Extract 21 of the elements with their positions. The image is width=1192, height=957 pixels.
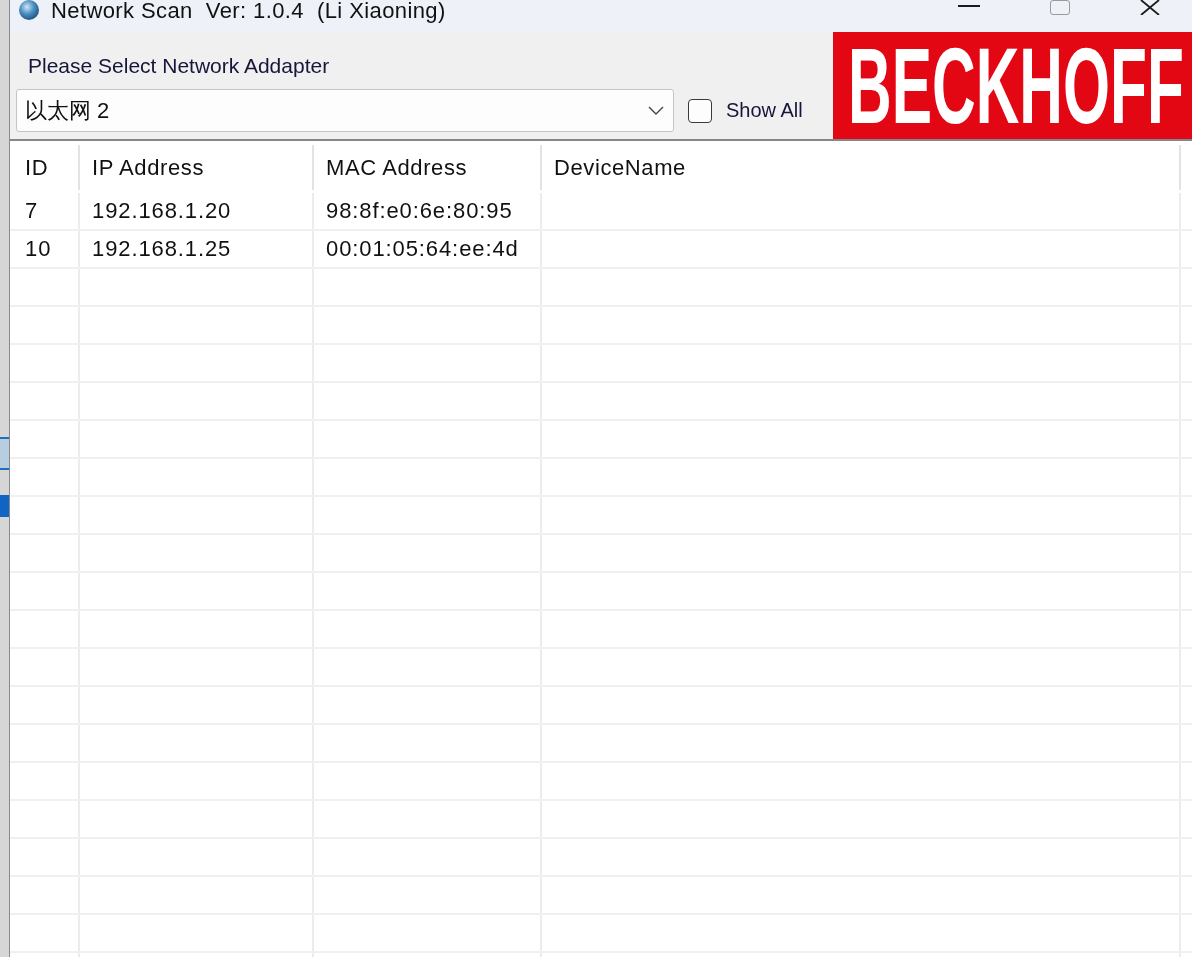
show-all-checkbox[interactable] — [688, 98, 712, 123]
logo-text: BECKHOFF — [848, 34, 1184, 138]
selection-highlight — [0, 437, 9, 470]
table-cell: 10 — [10, 231, 80, 267]
checkbox-label[interactable]: Show All — [726, 99, 803, 122]
column-header[interactable]: ID — [10, 145, 80, 190]
selection-bar — [0, 495, 9, 517]
chevron-icon — [648, 106, 664, 115]
close-icon[interactable] — [1140, 0, 1160, 15]
globe-icon — [19, 0, 39, 20]
table-cell: 7 — [10, 193, 80, 229]
table-cell: 00:01:05:64:ee:4d — [314, 231, 542, 267]
adapter-label: Please Select Network Addapter — [28, 54, 331, 78]
column-header[interactable]: IP Address — [80, 145, 314, 190]
column-header[interactable]: MAC Address — [314, 145, 542, 190]
table-cell: 192.168.1.20 — [80, 193, 314, 229]
column-header[interactable]: DeviceName — [542, 145, 1181, 190]
table-cell: 98:8f:e0:6e:80:95 — [314, 193, 542, 229]
table-cell: 192.168.1.25 — [80, 231, 314, 267]
adapter-dropdown[interactable]: 以太网 2 — [16, 89, 674, 132]
window-title: Network Scan Ver: 1.0.4 (Li Xiaoning) — [51, 0, 446, 22]
